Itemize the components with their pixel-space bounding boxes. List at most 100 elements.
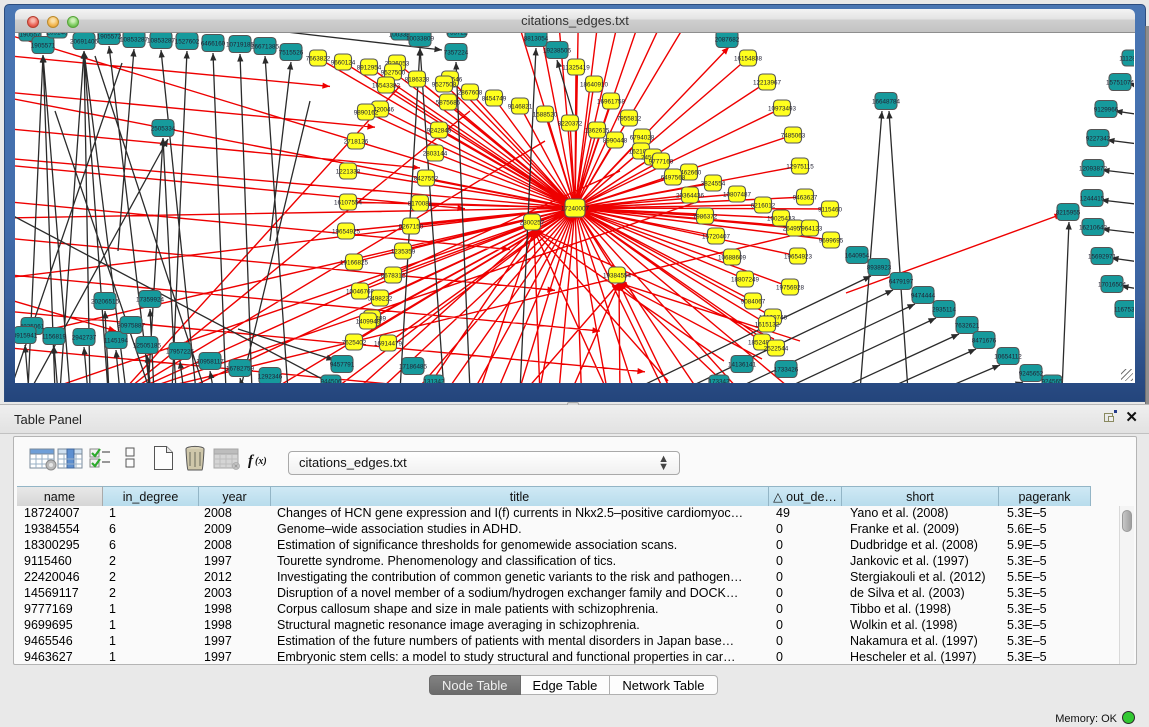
svg-text:7955812: 7955812 [617,116,642,123]
svg-text:16154838: 16154838 [734,56,763,63]
svg-text:16210643: 16210643 [1079,225,1108,232]
svg-text:6216012: 6216012 [751,203,776,210]
svg-text:9245652: 9245652 [1019,371,1044,378]
svg-text:18640910: 18640910 [580,82,609,89]
svg-text:8170081: 8170081 [408,201,433,208]
svg-text:1905571: 1905571 [31,43,56,50]
svg-text:19238506: 19238506 [543,48,572,55]
svg-text:16671385: 16671385 [251,44,280,51]
svg-text:16648784: 16648784 [872,99,901,106]
svg-text:9242848: 9242848 [427,128,452,135]
svg-text:16782759: 16782759 [226,366,255,373]
svg-text:17359924: 17359924 [136,297,165,304]
svg-text:10853287: 10853287 [147,38,176,45]
svg-text:12093872: 12093872 [1079,166,1108,173]
svg-text:1640954: 1640954 [845,253,870,260]
svg-text:1292346: 1292346 [258,374,283,381]
svg-text:17957225: 17957225 [166,349,195,356]
svg-text:10807487: 10807487 [723,192,752,199]
svg-text:944506: 944506 [320,379,342,384]
svg-text:9115460: 9115460 [818,207,843,214]
svg-text:6497568: 6497568 [661,175,686,182]
svg-text:8186328: 8186328 [405,77,430,84]
svg-text:8990448: 8990448 [603,138,628,145]
svg-text:10688609: 10688609 [718,255,747,262]
svg-text:20206515: 20206515 [91,299,120,306]
svg-text:7485063: 7485063 [781,133,806,140]
svg-text:10853287: 10853287 [120,37,149,44]
svg-text:6466160: 6466160 [201,41,226,48]
svg-text:2505334: 2505334 [151,126,176,133]
svg-text:9463627: 9463627 [793,195,818,202]
svg-text:2867608: 2867608 [458,90,483,97]
svg-text:2087682: 2087682 [715,37,740,44]
svg-text:20364436: 20364436 [676,193,705,200]
svg-text:173342: 173342 [708,379,730,384]
svg-text:17186485: 17186485 [399,364,428,371]
svg-text:15692971: 15692971 [1088,254,1117,261]
svg-text:1112874: 1112874 [1119,56,1134,63]
svg-text:9527500: 9527500 [381,70,406,77]
svg-text:9457791: 9457791 [330,362,355,369]
svg-text:8678312: 8678312 [381,273,406,280]
svg-text:2942737: 2942737 [72,335,97,342]
svg-text:17016504: 17016504 [1098,282,1127,289]
svg-text:8813054: 8813054 [524,36,549,43]
svg-text:9527508: 9527508 [432,82,457,89]
svg-text:6794028: 6794028 [630,135,655,142]
svg-text:2300257: 2300257 [520,220,545,227]
svg-text:19654923: 19654923 [784,254,813,261]
svg-text:9699695: 9699695 [819,238,844,245]
svg-text:8427552: 8427552 [414,176,439,183]
svg-text:131342: 131342 [423,379,445,384]
svg-text:2803144: 2803144 [423,151,448,158]
svg-text:10654112: 10654112 [994,354,1022,361]
svg-text:8912954: 8912954 [357,65,382,72]
svg-text:9777169: 9777169 [649,159,674,166]
svg-text:8454749: 8454749 [482,96,507,103]
svg-text:3915941: 3915941 [15,333,38,340]
svg-text:19756928: 19756928 [776,285,805,292]
svg-text:16914479: 16914479 [374,341,403,348]
svg-text:1527602: 1527602 [175,39,200,46]
svg-text:3824554: 3824554 [701,181,726,188]
svg-text:f: f [248,453,255,469]
svg-text:18807249: 18807249 [731,277,760,284]
svg-text:7663822: 7663822 [306,56,331,63]
svg-text:5498222: 5498222 [368,296,393,303]
svg-text:16543382: 16543382 [372,83,401,90]
svg-text:8220372: 8220372 [558,121,583,128]
svg-text:8471676: 8471676 [972,338,997,345]
svg-text:1905572: 1905572 [97,34,122,41]
svg-text:9660124: 9660124 [331,60,356,67]
svg-text:2522544: 2522544 [764,346,789,353]
svg-text:10958117: 10958117 [196,359,224,366]
svg-text:1362615: 1362615 [585,128,610,135]
svg-text:9227342: 9227342 [1086,136,1111,143]
svg-text:12975115: 12975115 [786,164,814,171]
svg-text:7625402: 7625402 [342,340,367,347]
svg-text:19166825: 19166825 [340,260,369,267]
svg-text:19654925: 19654925 [332,229,361,236]
svg-text:1167534: 1167534 [1114,307,1134,314]
svg-text:9474444: 9474444 [911,293,936,300]
svg-text:15720407: 15720407 [702,234,731,241]
svg-text:1588520: 1588520 [533,112,558,119]
svg-text:735722: 735722 [446,33,468,37]
svg-text:8938923: 8938923 [867,265,892,272]
svg-text:10046766: 10046766 [346,289,375,296]
svg-text:11325419: 11325419 [562,65,590,72]
svg-text:30975887: 30975887 [117,323,146,330]
svg-text:8267150: 8267150 [399,224,424,231]
svg-text:1733426: 1733426 [774,367,799,374]
svg-text:1235359: 1235359 [391,249,416,256]
svg-text:20691406: 20691406 [70,39,99,46]
svg-text:9146821: 9146821 [508,104,533,111]
svg-text:1615132: 1615132 [755,322,780,329]
svg-text:7515526: 7515526 [279,50,304,57]
svg-text:19384554: 19384554 [603,273,632,280]
svg-text:2935114: 2935114 [932,307,957,314]
svg-text:1409948: 1409948 [356,319,381,326]
svg-text:2718126: 2718126 [344,139,369,146]
svg-text:7632621: 7632621 [955,323,980,330]
